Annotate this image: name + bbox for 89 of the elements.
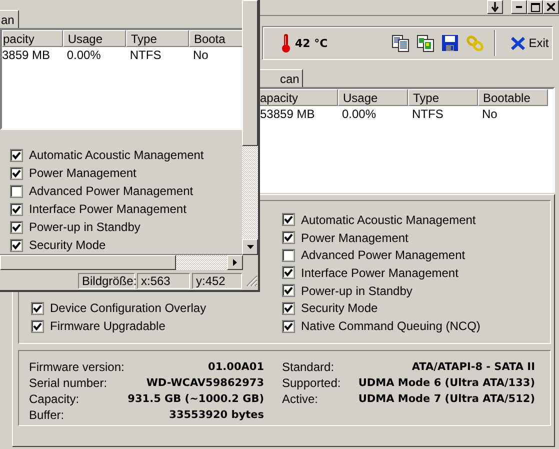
cross-icon [510,36,525,50]
tab[interactable]: an [0,10,20,28]
table-cell-text: 0.00% [66,47,102,63]
column-header[interactable]: Bootable [478,89,548,106]
table-cell-text: NTFS [411,106,444,122]
info-label: Standard: [282,360,336,374]
checkbox[interactable] [10,202,23,216]
info-value: UDMA Mode 7 (Ultra ATA/512) [357,392,535,406]
thermometer-icon [281,33,291,53]
column-header[interactable]: Type [126,30,189,47]
checkbox-label: Interface Power Management [301,266,458,280]
checkbox[interactable] [10,166,23,180]
close-icon [547,3,555,11]
column-header[interactable]: Boota [188,30,242,47]
table-cell-text: No [192,47,210,63]
table-cell-text: 53859 MB [259,106,316,122]
status-field: Bildgröße: [78,273,135,289]
checkbox[interactable] [282,266,295,280]
checkbox-label: Automatic Acoustic Management [301,212,476,227]
table-cell-text: 0.00% [341,106,378,122]
table-cell-text: No [481,106,498,122]
close-button[interactable] [543,0,559,14]
scrollbar-thumb[interactable] [242,0,258,146]
checkbox-label: Interface Power Management [29,202,186,216]
column-header[interactable]: apacity [259,89,338,106]
scrollbar-thumb[interactable] [0,255,176,270]
right-triangle-icon [233,259,237,266]
checkbox-label: Native Command Queuing (NCQ) [301,319,480,334]
info-label: Firmware version: [29,360,121,374]
checkbox[interactable] [31,302,44,314]
checkbox-label: Power-up in Standby [301,284,412,298]
checkbox-label: Security Mode [29,238,106,252]
checkbox[interactable] [10,184,23,198]
checkbox[interactable] [282,231,295,244]
checkbox-label: Power-up in Standby [29,220,140,234]
column-header[interactable]: Type [408,89,478,106]
checkbox[interactable] [282,284,295,298]
minimize-button[interactable] [511,0,527,14]
scroll-down-button[interactable] [487,0,503,14]
minimize-icon [516,6,522,8]
copy-icon [416,34,434,52]
checkbox-label: Automatic Acoustic Management [29,148,204,162]
copy-icon [392,34,409,52]
vertical-scrollbar[interactable] [242,0,258,255]
column-header[interactable]: Usage [338,89,408,106]
info-value: 33553920 bytes [168,408,264,422]
info-value: 01.00A01 [207,360,264,374]
info-value: WD-WCAV59862973 [145,376,264,390]
checkbox-label: Device Configuration Overlay [50,301,206,315]
scroll-right-button[interactable] [227,255,243,270]
column-header[interactable]: pacity [2,30,63,47]
checkbox[interactable] [10,220,23,234]
table-cell-text: 3859 MB [2,47,52,63]
checkbox[interactable] [31,320,44,332]
tab[interactable]: can [259,69,304,87]
info-value: ATA/ATAPI-8 - SATA II [410,360,535,374]
chain-icon [466,35,484,51]
status-field: x:563 [137,273,190,289]
info-label: Active: [282,392,320,406]
scroll-down-button[interactable] [242,239,258,255]
info-label: Supported: [282,376,342,390]
info-label: Capacity: [29,392,80,406]
checkbox-label: Advanced Power Management [29,184,194,198]
checkbox-label: Firmware Upgradable [50,319,166,333]
checkbox-label: Power Management [29,166,136,180]
info-value: UDMA Mode 6 (Ultra ATA/133) [357,376,535,390]
info-value: 931.5 GB (~1000.2 GB) [126,392,264,406]
checkbox[interactable] [282,213,295,226]
column-header[interactable]: Usage [62,30,126,47]
checkbox-label: Security Mode [301,301,378,316]
status-field: y:452 [192,273,242,289]
info-label: Buffer: [29,408,66,422]
temperature-reading: 42 °C [295,36,328,50]
resize-grip-icon [246,275,258,287]
checkbox-label: Advanced Power Management [301,248,466,262]
checkbox[interactable] [282,248,295,262]
checkbox[interactable] [10,238,23,252]
down-triangle-icon [246,245,254,249]
horizontal-scrollbar[interactable] [0,255,243,270]
down-arrow-icon [491,2,499,12]
info-label: Serial number: [29,376,108,390]
maximize-button[interactable] [527,0,543,14]
checkbox-label: Power Management [301,230,408,245]
exit-button[interactable]: Exit [508,34,552,52]
table-cell-text: NTFS [128,47,162,63]
checkbox[interactable] [282,320,295,333]
checkbox[interactable] [10,148,23,162]
checkbox[interactable] [282,302,295,315]
maximize-icon [530,2,540,12]
